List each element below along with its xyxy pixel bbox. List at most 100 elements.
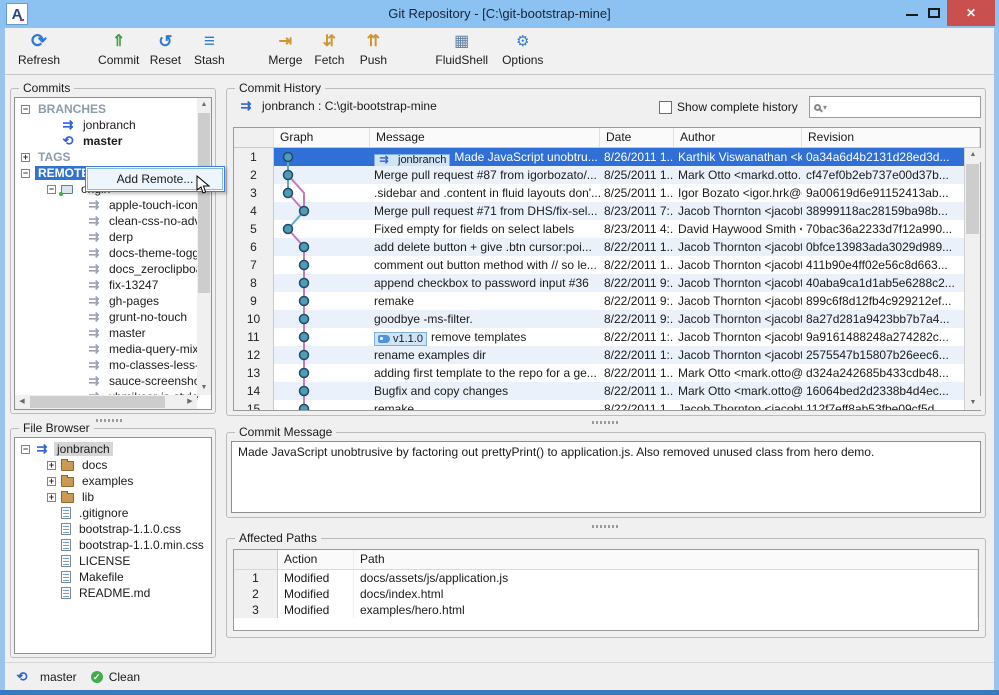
toolbar-button-options[interactable]: ⚙Options bbox=[498, 31, 547, 67]
commit-row-7[interactable]: 7comment out button method with // so le… bbox=[234, 256, 964, 274]
scroll-left-arrow-icon[interactable]: ◀ bbox=[15, 395, 29, 409]
commits-tree-item-jonbranch[interactable]: jonbranch bbox=[15, 117, 211, 133]
commits-tree-vscrollbar[interactable]: ▲ ▼ bbox=[197, 98, 211, 395]
column-header-date[interactable]: Date bbox=[600, 128, 674, 147]
minimize-button[interactable] bbox=[903, 0, 921, 26]
commit-row-3[interactable]: 3.sidebar and .content in fluid layouts … bbox=[234, 184, 964, 202]
commits-tree-item-mo-classes-less-proble[interactable]: mo-classes-less-proble bbox=[15, 357, 211, 373]
commits-tree-item-master[interactable]: master bbox=[15, 133, 211, 149]
commits-tree-item-apple-touch-icon[interactable]: apple-touch-icon bbox=[15, 197, 211, 213]
collapse-icon[interactable]: − bbox=[47, 185, 56, 194]
affected-path-row-3[interactable]: 3Modifiedexamples/hero.html bbox=[234, 602, 978, 618]
commit-row-11[interactable]: 11v1.1.0remove templates8/22/2011 1:...J… bbox=[234, 328, 964, 346]
expander-slot: − bbox=[21, 169, 35, 178]
show-complete-history-checkbox[interactable] bbox=[659, 101, 672, 114]
graph-cell bbox=[274, 184, 370, 202]
file-tree-item-examples[interactable]: +examples bbox=[15, 473, 211, 489]
toolbar-button-fluidshell[interactable]: ▦FluidShell bbox=[431, 31, 492, 67]
commit-table-vscrollbar[interactable]: ▲ ▼ bbox=[964, 148, 980, 410]
commits-tree-item-fix-13247[interactable]: fix-13247 bbox=[15, 277, 211, 293]
commits-tree-item-sauce-screenshots[interactable]: sauce-screenshots bbox=[15, 373, 211, 389]
file-tree-item-readme-md[interactable]: README.md bbox=[15, 585, 211, 601]
commit-row-2[interactable]: 2Merge pull request #87 from igorbozato/… bbox=[234, 166, 964, 184]
commits-tree-item-docs-theme-toggler[interactable]: docs-theme-toggler bbox=[15, 245, 211, 261]
commit-row-5[interactable]: 5Fixed empty for fields on select labels… bbox=[234, 220, 964, 238]
commit-date: 8/22/2011 1... bbox=[600, 382, 674, 400]
commit-row-6[interactable]: 6add delete button + give .btn cursor:po… bbox=[234, 238, 964, 256]
commit-table-vscroll-thumb[interactable] bbox=[966, 164, 979, 234]
toolbar-button-stash[interactable]: ≡Stash bbox=[187, 31, 231, 67]
toolbar-button-refresh[interactable]: ⟳Refresh bbox=[14, 31, 64, 67]
commit-row-4[interactable]: 4Merge pull request #71 from DHS/fix-sel… bbox=[234, 202, 964, 220]
affected-path-row-2[interactable]: 2Modifieddocs/index.html bbox=[234, 586, 978, 602]
expand-icon[interactable]: + bbox=[47, 461, 56, 470]
commit-row-8[interactable]: 8append checkbox to password input #368/… bbox=[234, 274, 964, 292]
scroll-down-arrow-icon[interactable]: ▼ bbox=[197, 381, 211, 395]
column-header-author[interactable]: Author bbox=[674, 128, 802, 147]
commits-tree-item-grunt-no-touch[interactable]: grunt-no-touch bbox=[15, 309, 211, 325]
commits-tree-item-tags[interactable]: +TAGS bbox=[15, 149, 211, 165]
maximize-button[interactable] bbox=[925, 0, 943, 26]
file-tree-item-lib[interactable]: +lib bbox=[15, 489, 211, 505]
affected-path-row-1[interactable]: 1Modifieddocs/assets/js/application.js bbox=[234, 570, 978, 586]
commit-message-cell: goodbye -ms-filter. bbox=[370, 310, 600, 328]
commits-tree-item-media-query-mixins[interactable]: media-query-mixins bbox=[15, 341, 211, 357]
file-tree-item-bootstrap-1-1-0-css[interactable]: bootstrap-1.1.0.css bbox=[15, 521, 211, 537]
file-tree-item-bootstrap-1-1-0-min-css[interactable]: bootstrap-1.1.0.min.css bbox=[15, 537, 211, 553]
collapse-icon[interactable]: − bbox=[21, 169, 30, 178]
reset-icon: ↺ bbox=[158, 31, 172, 53]
file-tree-item-gitignore[interactable]: .gitignore bbox=[15, 505, 211, 521]
clean-check-icon bbox=[91, 671, 103, 683]
commit-row-13[interactable]: 13adding first template to the repo for … bbox=[234, 364, 964, 382]
left-splitter-handle[interactable] bbox=[96, 419, 124, 422]
commits-tree-item-branches[interactable]: −BRANCHES bbox=[15, 101, 211, 117]
toolbar-button-push[interactable]: ⇈Push bbox=[351, 31, 395, 67]
collapse-icon[interactable]: − bbox=[21, 105, 30, 114]
expand-icon[interactable]: + bbox=[47, 493, 56, 502]
commit-row-1[interactable]: 1jonbranchMade JavaScript unobtru...8/26… bbox=[234, 148, 964, 166]
commits-tree-item-master[interactable]: master bbox=[15, 325, 211, 341]
commits-tree-hscroll-thumb[interactable] bbox=[30, 396, 165, 408]
scroll-up-arrow-icon[interactable]: ▲ bbox=[965, 148, 981, 162]
commit-row-15[interactable]: 15remake8/22/2011 1...Jacob Thornton <ja… bbox=[234, 400, 964, 410]
scroll-down-arrow-icon[interactable]: ▼ bbox=[965, 396, 981, 410]
file-tree-item-makefile[interactable]: Makefile bbox=[15, 569, 211, 585]
commits-tree-item-docs-zeroclipboard[interactable]: docs_zeroclipboard bbox=[15, 261, 211, 277]
scroll-right-arrow-icon[interactable]: ▶ bbox=[183, 395, 197, 409]
commit-row-10[interactable]: 10goodbye -ms-filter.8/22/2011 9:...Jaco… bbox=[234, 310, 964, 328]
commit-row-14[interactable]: 14Bugfix and copy changes8/22/2011 1...M… bbox=[234, 382, 964, 400]
message-paths-splitter-handle[interactable] bbox=[592, 525, 620, 528]
toolbar-button-fetch[interactable]: ⇵Fetch bbox=[307, 31, 351, 67]
column-header-message[interactable]: Message bbox=[370, 128, 600, 147]
file-tree-item-jonbranch[interactable]: −jonbranch bbox=[15, 441, 211, 457]
search-input[interactable] bbox=[829, 99, 976, 115]
commits-tree-item-derp[interactable]: derp bbox=[15, 229, 211, 245]
expand-icon[interactable]: + bbox=[21, 153, 30, 162]
history-message-splitter-handle[interactable] bbox=[592, 421, 620, 424]
column-header-path[interactable]: Path bbox=[354, 550, 978, 569]
file-tree-item-license[interactable]: LICENSE bbox=[15, 553, 211, 569]
column-header-action[interactable]: Action bbox=[278, 550, 354, 569]
commit-row-12[interactable]: 12rename examples dir8/22/2011 1:...Jaco… bbox=[234, 346, 964, 364]
expand-icon[interactable]: + bbox=[47, 477, 56, 486]
file-tree-label-makefile: Makefile bbox=[76, 570, 127, 584]
toolbar-button-merge[interactable]: ⇥Merge bbox=[263, 31, 307, 67]
search-dropdown-icon[interactable]: ▾ bbox=[823, 103, 827, 112]
graph-cell bbox=[274, 400, 370, 410]
commits-tree-item-gh-pages[interactable]: gh-pages bbox=[15, 293, 211, 309]
collapse-icon[interactable]: − bbox=[21, 445, 30, 454]
commits-tree-hscrollbar[interactable]: ◀ ▶ bbox=[15, 395, 197, 409]
commits-tree-vscroll-thumb[interactable] bbox=[198, 113, 210, 293]
commits-tree-item-clean-css-no-advanced[interactable]: clean-css-no-advanced bbox=[15, 213, 211, 229]
toolbar-button-commit[interactable]: ⇑Commit bbox=[94, 31, 143, 67]
close-button[interactable] bbox=[947, 0, 995, 26]
commit-row-9[interactable]: 9remake8/22/2011 9:...Jacob Thornton <ja… bbox=[234, 292, 964, 310]
context-menu-item-add-remote[interactable]: Add Remote... bbox=[117, 172, 194, 186]
search-box[interactable]: ▾ bbox=[809, 96, 981, 118]
file-tree-item-docs[interactable]: +docs bbox=[15, 457, 211, 473]
column-header-graph[interactable]: Graph bbox=[274, 128, 370, 147]
titlebar[interactable]: A Git Repository - [C:\git-bootstrap-min… bbox=[0, 0, 999, 28]
scroll-up-arrow-icon[interactable]: ▲ bbox=[197, 98, 211, 112]
column-header-revision[interactable]: Revision bbox=[802, 128, 980, 147]
toolbar-button-reset[interactable]: ↺Reset bbox=[143, 31, 187, 67]
